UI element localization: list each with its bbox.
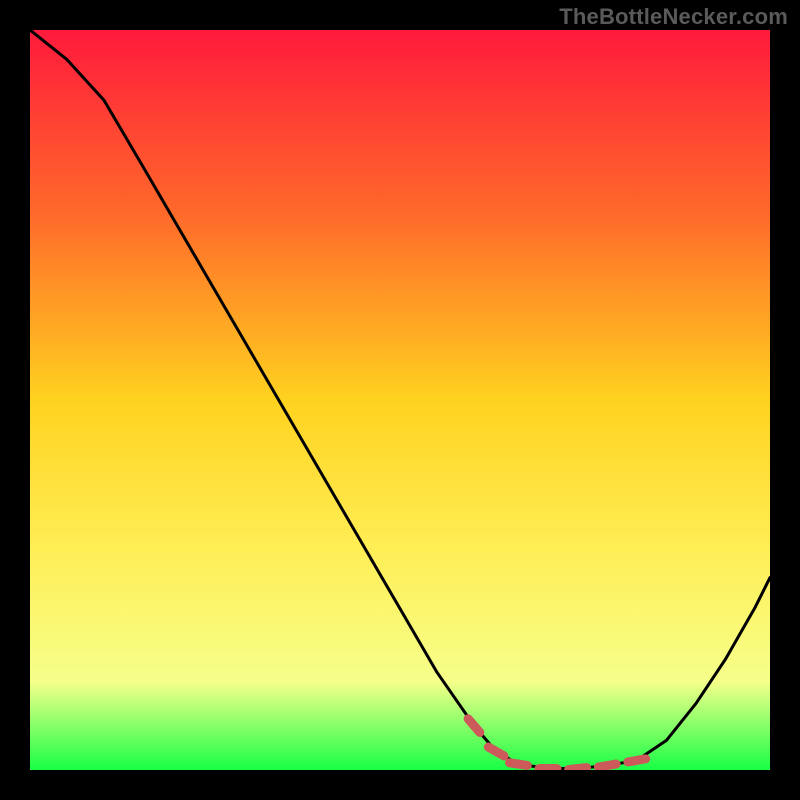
curve-layer [30, 30, 770, 770]
sweet-spot-marker [488, 747, 504, 756]
sweet-spot-marker [468, 719, 480, 733]
sweet-spot-marker [569, 768, 587, 770]
chart-frame: TheBottleNecker.com [0, 0, 800, 800]
sweet-spot-marker [598, 764, 616, 767]
sweet-spot-marker [628, 759, 646, 762]
sweet-spot-markers [468, 719, 646, 770]
bottleneck-curve [30, 30, 770, 769]
watermark-text: TheBottleNecker.com [559, 4, 788, 30]
plot-area [30, 30, 770, 770]
sweet-spot-marker [510, 763, 528, 766]
